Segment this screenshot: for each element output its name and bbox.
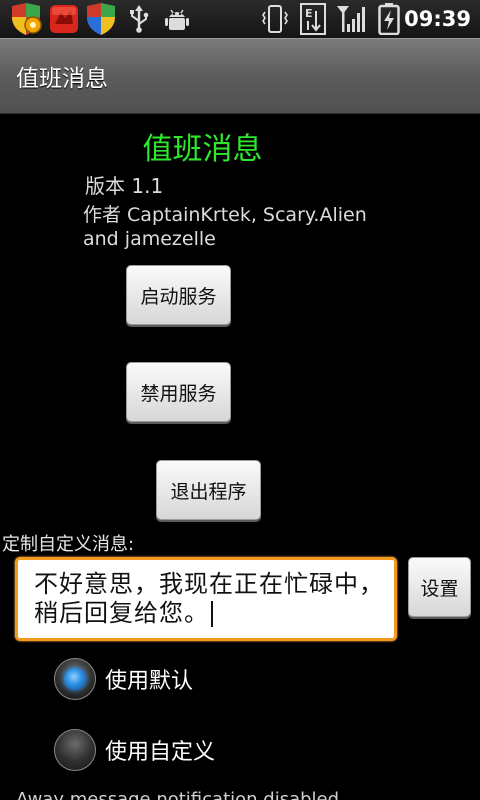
radio-button-checked[interactable] — [54, 658, 96, 700]
usb-icon — [126, 4, 152, 34]
version-text: 版本 1.1 — [85, 174, 164, 198]
use-custom-label: 使用自定义 — [105, 740, 216, 765]
vibrate-icon — [260, 4, 290, 34]
text-cursor — [211, 601, 213, 627]
svg-text:E: E — [305, 7, 313, 20]
signal-icon — [334, 4, 366, 34]
authors-text: 作者 CaptainKrtek, Scary.Alien and jamezel… — [83, 204, 367, 250]
disable-service-button[interactable]: 禁用服务 — [126, 362, 231, 422]
shield-icon — [84, 3, 118, 35]
battery-charging-icon — [376, 3, 402, 35]
gear-shield-icon — [8, 3, 44, 35]
custom-message-text: 不好意思，我现在正在忙碌中，稍后回复给您。 — [34, 570, 384, 627]
clock: 09:39 — [404, 7, 471, 31]
window-title: 值班消息 — [16, 66, 108, 92]
use-default-label: 使用默认 — [105, 669, 194, 694]
set-button[interactable]: 设置 — [408, 557, 471, 617]
red-app-icon — [48, 4, 80, 34]
android-debug-icon — [162, 4, 192, 34]
start-service-button[interactable]: 启动服务 — [126, 265, 231, 325]
radio-button-unchecked[interactable] — [54, 729, 96, 771]
custom-message-label: 定制自定义消息: — [2, 534, 135, 555]
status-bar: E 09:39 — [0, 0, 480, 38]
use-custom-option[interactable]: 使用自定义 — [54, 729, 215, 771]
exit-program-button[interactable]: 退出程序 — [156, 460, 261, 520]
app-name: 值班消息 — [142, 132, 263, 167]
data-transfer-icon: E — [298, 3, 328, 35]
title-bar: 值班消息 — [0, 38, 480, 114]
custom-message-input[interactable]: 不好意思，我现在正在忙碌中，稍后回复给您。 — [15, 557, 397, 641]
use-default-option[interactable]: 使用默认 — [54, 658, 193, 700]
notification-status-text: Away message notification disabled — [16, 789, 340, 800]
